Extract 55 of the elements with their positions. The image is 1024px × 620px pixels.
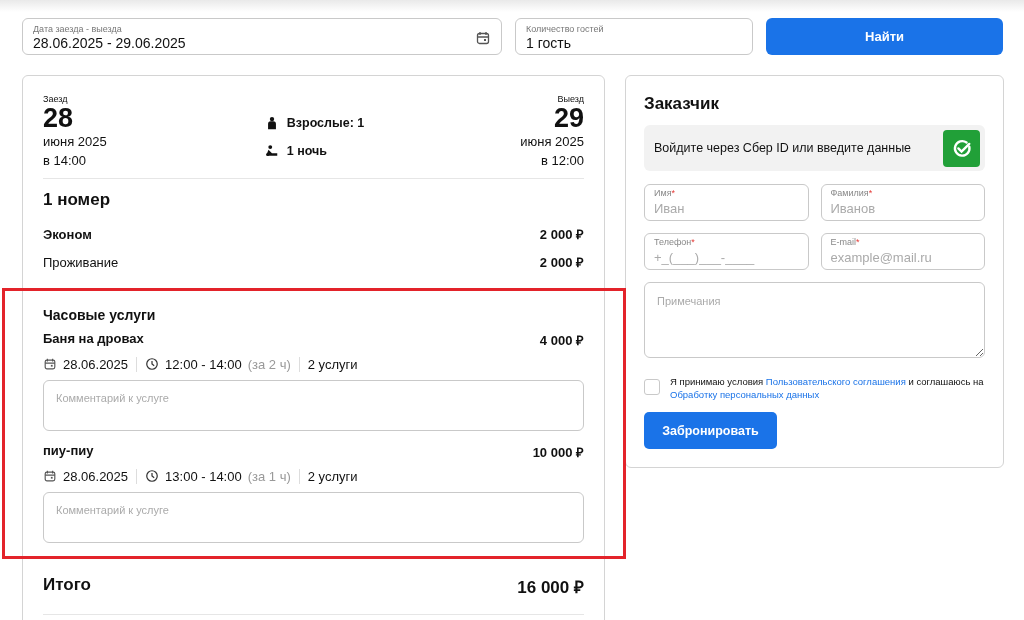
- checkin-label: Заезд: [43, 94, 69, 104]
- service-name: Баня на дровах: [43, 331, 144, 348]
- sleeping-figure-icon: [264, 144, 279, 158]
- day-number: 29: [553, 104, 584, 132]
- field-label: Телефон*: [654, 237, 695, 247]
- time-text: в 14:00: [43, 152, 88, 170]
- total-label: Итого: [43, 575, 91, 596]
- services-heading: Часовые услуги: [43, 307, 157, 323]
- date-range-field[interactable]: Дата заезда - выезда 28.06.2025 - 29.06.2025: [22, 18, 502, 55]
- service-time: 12:00 - 14:00: [165, 356, 242, 372]
- guests-field[interactable]: Количество гостей 1 гость: [515, 18, 753, 55]
- field-label: Имя*: [654, 188, 676, 198]
- checkout-label: Выезд: [557, 94, 584, 104]
- service-count: 2 услуги: [307, 468, 358, 484]
- service-duration: (за 1 ч): [247, 468, 291, 484]
- adults-count: Взрослые: 1: [286, 116, 365, 130]
- sber-login-text: Войдите через Сбер ID или введите данные: [654, 141, 912, 155]
- service-count: 2 услуги: [307, 356, 358, 372]
- notes-field[interactable]: Примечания: [644, 282, 985, 358]
- room-type: Эконом: [43, 226, 92, 242]
- clock-icon: [145, 469, 160, 483]
- field-label: Фамилия*: [830, 188, 873, 198]
- price: 2 000 ₽: [539, 254, 584, 271]
- calendar-icon: [43, 469, 57, 483]
- terms-link[interactable]: Пользовательского соглашения: [765, 376, 906, 387]
- rooms-heading: 1 номер: [43, 190, 112, 210]
- day-number: 28: [43, 104, 75, 132]
- price: 10 000 ₽: [532, 444, 584, 461]
- service-date: 28.06.2025: [63, 356, 129, 372]
- month-year: июня 2025: [43, 133, 107, 151]
- field-label: E-mail*: [830, 237, 860, 247]
- price: 4 000 ₽: [539, 332, 584, 349]
- service-name: пиу-пиу: [43, 443, 94, 460]
- terms-link[interactable]: Обработку персональных данных: [670, 389, 820, 400]
- customer-heading: Заказчик: [644, 94, 720, 114]
- calendar-icon: [43, 357, 57, 371]
- nights-count: 1 ночь: [286, 144, 327, 158]
- line-item-label: Проживание: [43, 254, 119, 270]
- check-circle-icon: [951, 138, 972, 158]
- book-button[interactable]: Забронировать: [644, 412, 777, 449]
- month-year: июня 2025: [520, 133, 584, 151]
- total-price: 16 000 ₽: [517, 577, 584, 598]
- search-button[interactable]: Найти: [766, 18, 1003, 55]
- time-text: в 12:00: [540, 152, 584, 170]
- service-date: 28.06.2025: [63, 468, 129, 484]
- price: 2 000 ₽: [539, 226, 584, 243]
- service-time: 13:00 - 14:00: [165, 468, 242, 484]
- consent-text: Я принимаю условия Пользовательского соглашения и соглашаюсь на Обработку персональных данных: [670, 375, 985, 401]
- sber-id-button[interactable]: [943, 129, 980, 167]
- service-duration: (за 2 ч): [247, 356, 291, 372]
- comment-field[interactable]: Комментарий к услуге: [43, 380, 584, 431]
- comment-field[interactable]: Комментарий к услуге: [43, 492, 584, 543]
- calendar-icon: [475, 29, 491, 46]
- clock-icon: [145, 357, 160, 371]
- consent-checkbox[interactable]: [644, 379, 660, 395]
